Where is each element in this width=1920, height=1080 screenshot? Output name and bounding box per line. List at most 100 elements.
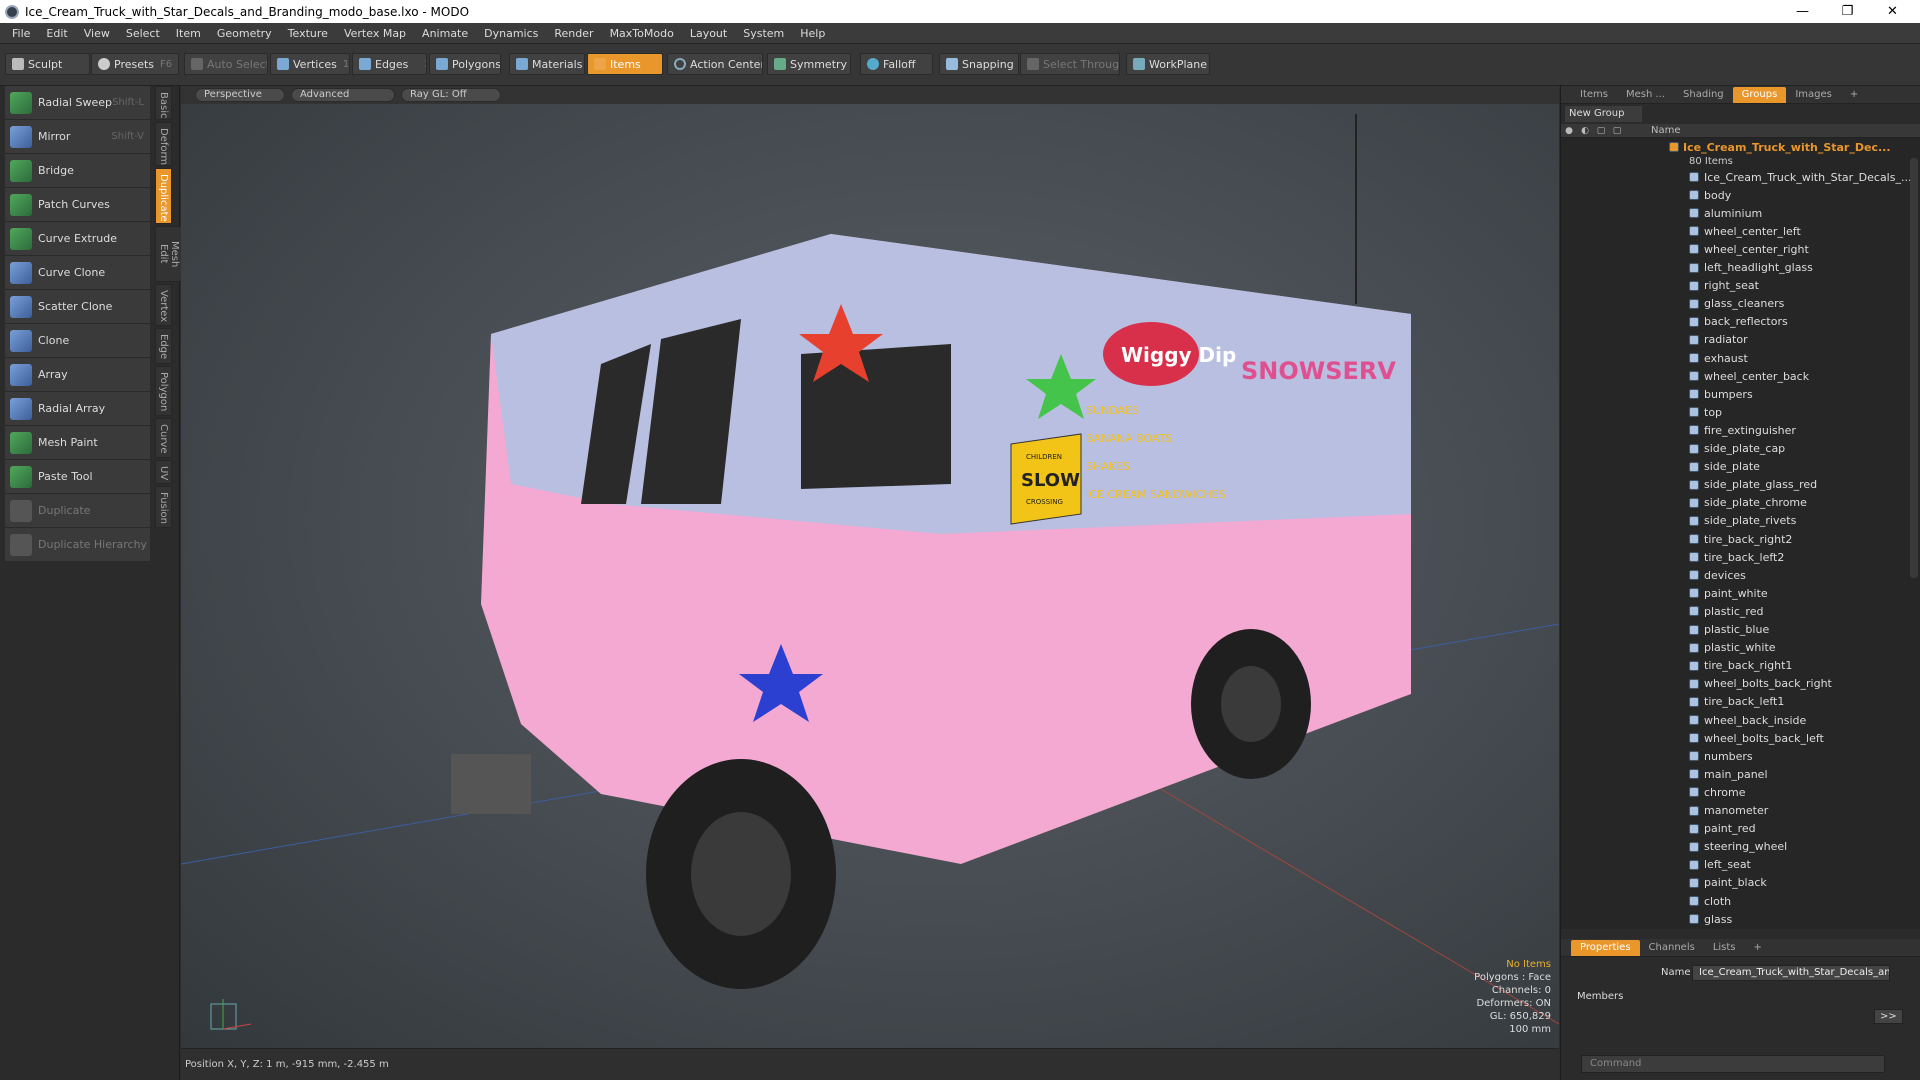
group-list-scrollbar[interactable] (1910, 158, 1918, 578)
polygons-button[interactable]: Polygons (429, 53, 501, 75)
tab-images[interactable]: Images (1786, 87, 1841, 103)
member-row[interactable]: glass (1561, 910, 1920, 928)
menu-texture[interactable]: Texture (280, 27, 336, 40)
menu-vertex-map[interactable]: Vertex Map (336, 27, 414, 40)
render-icon[interactable]: ◐ (1577, 126, 1593, 136)
add-props-tab-button[interactable]: + (1745, 940, 1771, 956)
member-row[interactable]: side_plate (1561, 458, 1920, 476)
member-row[interactable]: aluminium (1561, 204, 1920, 222)
falloff-button[interactable]: Falloff (860, 53, 933, 75)
tool-duplicate-hierarchy[interactable]: Duplicate Hierarchy (5, 528, 150, 562)
member-row[interactable]: plastic_white (1561, 639, 1920, 657)
close-button[interactable]: ✕ (1870, 0, 1915, 23)
tab-curve[interactable]: Curve (155, 418, 172, 458)
tab-lists[interactable]: Lists (1704, 940, 1745, 956)
member-row[interactable]: main_panel (1561, 765, 1920, 783)
tool-scatter-clone[interactable]: Scatter Clone (5, 290, 150, 324)
menu-render[interactable]: Render (546, 27, 601, 40)
raygl-toggle[interactable]: Ray GL: Off (401, 88, 501, 102)
menu-geometry[interactable]: Geometry (209, 27, 280, 40)
menu-select[interactable]: Select (118, 27, 168, 40)
tab-mesh-edit[interactable]: Mesh Edit (155, 226, 183, 282)
member-row[interactable]: steering_wheel (1561, 838, 1920, 856)
items-button[interactable]: Items (587, 53, 663, 75)
tool-duplicate[interactable]: Duplicate (5, 494, 150, 528)
visibility-icon[interactable]: ● (1561, 126, 1577, 136)
menu-maxtomodo[interactable]: MaxToModo (602, 27, 682, 40)
tool-curve-extrude[interactable]: Curve Extrude (5, 222, 150, 256)
tool-paste-tool[interactable]: Paste Tool (5, 460, 150, 494)
menu-edit[interactable]: Edit (38, 27, 75, 40)
member-row[interactable]: right_seat (1561, 277, 1920, 295)
tool-mesh-paint[interactable]: Mesh Paint (5, 426, 150, 460)
tool-mirror[interactable]: Mirror Shift-V (5, 120, 150, 154)
tool-patch-curves[interactable]: Patch Curves (5, 188, 150, 222)
tool-clone[interactable]: Clone (5, 324, 150, 358)
tab-edge[interactable]: Edge (155, 328, 172, 364)
tab-shading[interactable]: Shading (1674, 87, 1733, 103)
new-group-button[interactable]: New Group (1565, 106, 1642, 122)
member-row[interactable]: radiator (1561, 331, 1920, 349)
workplane-button[interactable]: WorkPlane (1126, 53, 1210, 75)
member-row[interactable]: tire_back_left2 (1561, 548, 1920, 566)
member-row[interactable]: paint_black (1561, 874, 1920, 892)
presets-button[interactable]: Presets F6 (91, 53, 179, 75)
menu-dynamics[interactable]: Dynamics (476, 27, 546, 40)
menu-view[interactable]: View (76, 27, 118, 40)
member-row[interactable]: numbers (1561, 747, 1920, 765)
member-row[interactable]: paint_white (1561, 584, 1920, 602)
restore-button[interactable]: ❐ (1825, 0, 1870, 23)
member-row[interactable]: paint_red (1561, 820, 1920, 838)
member-row[interactable]: devices (1561, 566, 1920, 584)
member-row[interactable]: top (1561, 403, 1920, 421)
member-row[interactable]: side_plate_rivets (1561, 512, 1920, 530)
member-row[interactable]: tire_back_right2 (1561, 530, 1920, 548)
menu-system[interactable]: System (735, 27, 792, 40)
member-row[interactable]: back_reflectors (1561, 313, 1920, 331)
minimize-button[interactable]: — (1780, 0, 1825, 23)
tab-groups[interactable]: Groups (1732, 86, 1787, 103)
member-row[interactable]: wheel_center_left (1561, 222, 1920, 240)
tool-radial-sweep[interactable]: Radial Sweep Shift-L (5, 86, 150, 120)
member-row[interactable]: plastic_red (1561, 602, 1920, 620)
lock-icon[interactable]: ▢ (1593, 126, 1609, 136)
member-row[interactable]: wheel_back_inside (1561, 711, 1920, 729)
menu-file[interactable]: File (0, 27, 38, 40)
member-row[interactable]: side_plate_chrome (1561, 494, 1920, 512)
member-row[interactable]: wheel_center_back (1561, 367, 1920, 385)
tool-array[interactable]: Array (5, 358, 150, 392)
member-row[interactable]: exhaust (1561, 349, 1920, 367)
member-row[interactable]: side_plate_cap (1561, 440, 1920, 458)
member-row[interactable]: side_plate_glass_red (1561, 476, 1920, 494)
sculpt-button[interactable]: Sculpt (5, 53, 90, 75)
tool-bridge[interactable]: Bridge (5, 154, 150, 188)
select-through-button[interactable]: Select Through (1020, 53, 1120, 75)
member-row[interactable]: wheel_bolts_back_right (1561, 675, 1920, 693)
tab-properties[interactable]: Properties (1571, 939, 1640, 956)
member-row[interactable]: Ice_Cream_Truck_with_Star_Decals_... (1561, 168, 1920, 186)
member-row[interactable]: bumpers (1561, 385, 1920, 403)
member-row[interactable]: glass_cleaners (1561, 295, 1920, 313)
tab-deform[interactable]: Deform (155, 122, 172, 166)
member-row[interactable]: left_seat (1561, 856, 1920, 874)
member-row[interactable]: left_headlight_glass (1561, 259, 1920, 277)
tab-duplicate[interactable]: Duplicate (155, 168, 172, 224)
member-row[interactable]: wheel_center_right (1561, 240, 1920, 258)
select-icon[interactable]: ▢ (1609, 126, 1625, 136)
tab-uv[interactable]: UV (155, 460, 172, 484)
member-row[interactable]: fire_extinguisher (1561, 421, 1920, 439)
edges-button[interactable]: Edges2 (352, 53, 427, 75)
member-row[interactable]: chrome (1561, 783, 1920, 801)
tab-mesh[interactable]: Mesh ... (1617, 87, 1674, 103)
tab-items[interactable]: Items (1571, 87, 1617, 103)
member-row[interactable]: plastic_blue (1561, 621, 1920, 639)
member-row[interactable]: tire_back_left1 (1561, 693, 1920, 711)
vertices-button[interactable]: Vertices 1 (270, 53, 350, 75)
tab-vertex[interactable]: Vertex (155, 284, 172, 326)
menu-item[interactable]: Item (168, 27, 209, 40)
action-center-button[interactable]: Action Center (667, 53, 763, 75)
auto-select-button[interactable]: Auto Select (184, 53, 268, 75)
member-row[interactable]: tire_back_right1 (1561, 657, 1920, 675)
tool-radial-array[interactable]: Radial Array (5, 392, 150, 426)
menu-layout[interactable]: Layout (682, 27, 735, 40)
